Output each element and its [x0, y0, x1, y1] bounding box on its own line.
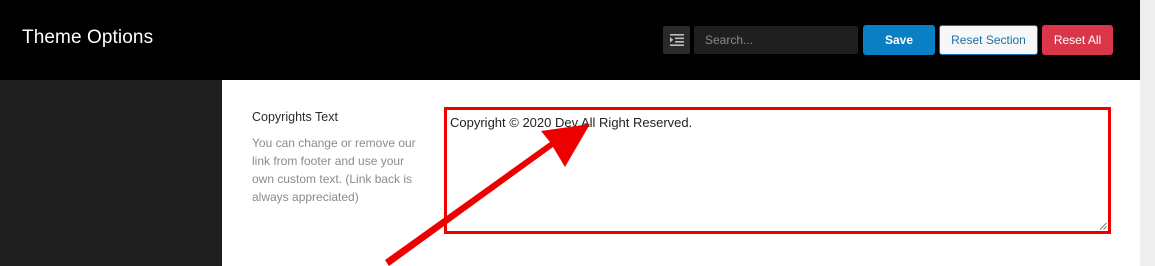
window-edge	[1140, 0, 1155, 266]
options-panel: Copyrights Text You can change or remove…	[222, 80, 1140, 266]
expand-toggle-button[interactable]	[663, 26, 690, 54]
reset-section-button[interactable]: Reset Section	[939, 25, 1038, 55]
expand-list-icon	[669, 34, 684, 46]
sidebar	[0, 80, 222, 266]
resize-handle-icon[interactable]	[1099, 222, 1107, 230]
field-description: You can change or remove our link from f…	[252, 136, 416, 204]
copyright-text-highlight	[444, 107, 1111, 234]
reset-all-button[interactable]: Reset All	[1042, 25, 1113, 55]
page-title: Theme Options	[22, 27, 154, 48]
search-input[interactable]	[694, 26, 858, 54]
field-title: Copyrights Text	[252, 110, 338, 124]
header-bar: Theme Options Save Reset Section Reset A…	[0, 0, 1140, 80]
save-button[interactable]: Save	[863, 25, 935, 55]
copyright-textarea[interactable]	[447, 110, 1108, 231]
page: Theme Options Save Reset Section Reset A…	[0, 0, 1155, 266]
